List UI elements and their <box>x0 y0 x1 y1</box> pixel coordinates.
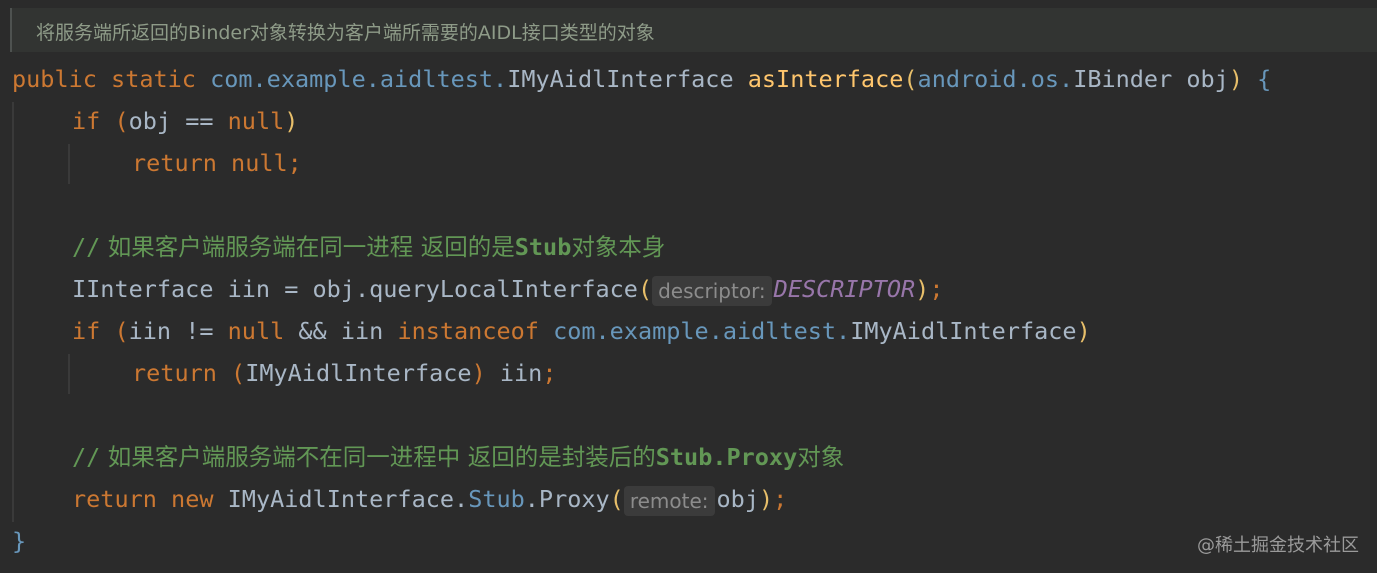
comment-bold: Stub.Proxy <box>655 443 798 471</box>
code-line-6: IInterface iin = obj.queryLocalInterface… <box>72 268 943 310</box>
type-name: IMyAidlInterface <box>245 359 472 387</box>
indent-guide <box>68 354 70 394</box>
param-name: obj <box>1186 65 1229 93</box>
code-line-10: // 如果客户端服务端不在同一进程中 返回的是封装后的Stub.Proxy对象 <box>72 436 844 478</box>
brace-close: } <box>12 527 27 555</box>
parameter-hint: remote: <box>623 485 715 516</box>
keyword-null: null <box>231 149 288 177</box>
semicolon: ; <box>287 149 302 177</box>
code-line-5: // 如果客户端服务端在同一进程 返回的是Stub对象本身 <box>72 226 665 268</box>
code-line-1: public static com.example.aidltest.IMyAi… <box>12 58 1271 100</box>
paren-close: ) <box>1076 317 1091 345</box>
proxy-class: .Proxy <box>524 485 610 513</box>
keyword-return: return <box>72 485 157 513</box>
semicolon: ; <box>929 275 944 303</box>
code-line-8: return (IMyAidlInterface) iin; <box>132 352 556 394</box>
condition: iin != <box>128 317 228 345</box>
code-line-11: return new IMyAidlInterface.Stub.Proxy(r… <box>72 478 787 520</box>
condition: && iin <box>284 317 398 345</box>
keyword-null: null <box>227 107 285 135</box>
comment-text: 对象 <box>797 443 845 471</box>
keyword-new: new <box>171 485 214 513</box>
keyword-instanceof: instanceof <box>397 317 539 345</box>
semicolon: ; <box>542 359 557 387</box>
keyword-null: null <box>227 317 285 345</box>
doc-comment-block: 将服务端所返回的Binder对象转换为客户端所需要的AIDL接口类型的对象 <box>10 8 1377 52</box>
paren-close: ) <box>758 485 774 513</box>
comment-text: 如果客户端服务端不在同一进程中 返回的是封装后的 <box>100 443 656 471</box>
doc-comment-text: 将服务端所返回的Binder对象转换为客户端所需要的AIDL接口类型的对象 <box>36 22 655 44</box>
keyword-static: static <box>111 65 196 93</box>
condition: obj == <box>128 107 228 135</box>
code-line-7: if (iin != null && iin instanceof com.ex… <box>72 310 1091 352</box>
paren-open: ( <box>903 65 918 93</box>
method-name: asInterface <box>747 65 904 93</box>
semicolon: ; <box>773 485 788 513</box>
keyword-return: return <box>132 149 217 177</box>
paren-close: ) <box>471 359 486 387</box>
constant: DESCRIPTOR <box>773 275 916 303</box>
statement: iin = obj.queryLocalInterface <box>213 275 638 303</box>
paren-open: ( <box>231 359 246 387</box>
paren-close: ) <box>284 107 299 135</box>
code-line-12: } <box>12 520 26 562</box>
argument: obj <box>716 485 759 513</box>
paren-open: ( <box>609 485 624 513</box>
code-line-3: return null; <box>132 142 302 184</box>
package-name: com.example.aidltest. <box>210 65 508 93</box>
brace-open: { <box>1257 65 1272 93</box>
type-name: IInterface <box>72 275 214 303</box>
comment-text: 如果客户端服务端在同一进程 返回的是 <box>100 233 515 261</box>
watermark: @稀土掘金技术社区 <box>1197 535 1359 556</box>
package-name: com.example.aidltest. <box>553 317 851 345</box>
keyword-if: if <box>72 107 101 135</box>
type-name: IMyAidlInterface. <box>227 485 469 513</box>
paren-close: ) <box>1228 65 1243 93</box>
comment-marker: // <box>72 443 101 471</box>
package-name: android.os. <box>917 65 1074 93</box>
variable: iin <box>485 359 543 387</box>
param-type: IBinder <box>1073 65 1173 93</box>
comment-marker: // <box>72 233 101 261</box>
stub-class: Stub <box>468 485 525 513</box>
comment-bold: Stub <box>514 233 572 261</box>
paren-close: ) <box>915 275 930 303</box>
indent-guide <box>12 102 14 522</box>
paren-open: ( <box>637 275 653 303</box>
keyword-return: return <box>132 359 217 387</box>
paren-open: ( <box>114 107 129 135</box>
return-type: IMyAidlInterface <box>507 65 734 93</box>
type-name: IMyAidlInterface <box>850 317 1077 345</box>
paren-open: ( <box>114 317 129 345</box>
keyword-public: public <box>12 65 97 93</box>
comment-text: 对象本身 <box>571 233 666 261</box>
indent-guide <box>68 144 70 184</box>
keyword-if: if <box>72 317 101 345</box>
parameter-hint: descriptor: <box>652 275 772 306</box>
code-line-2: if (obj == null) <box>72 100 298 142</box>
